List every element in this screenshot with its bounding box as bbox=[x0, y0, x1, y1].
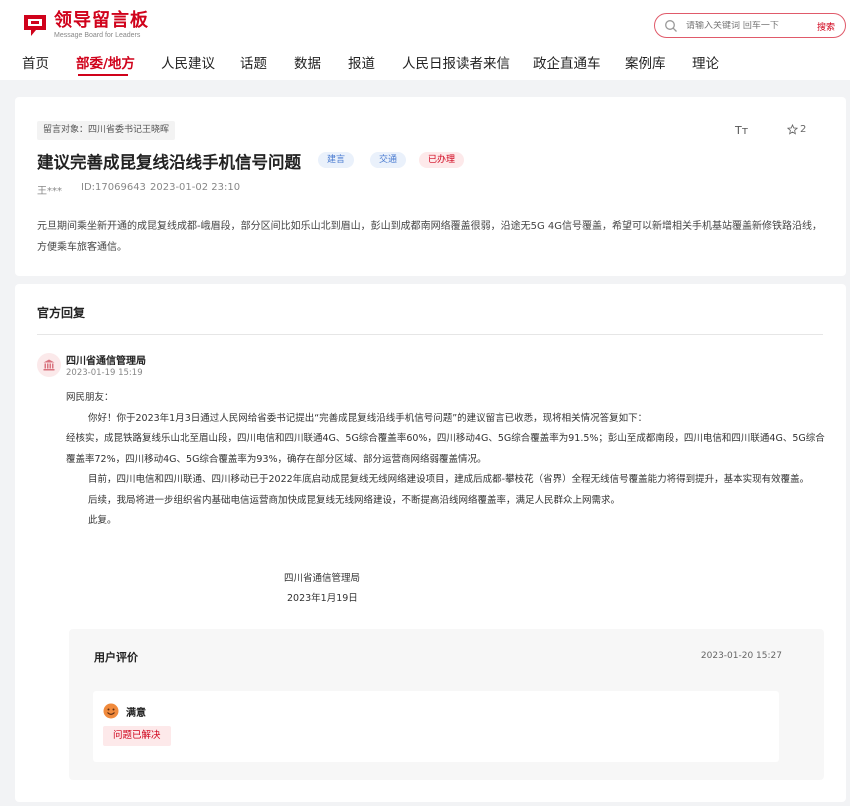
site-header: 领导留言板 Message Board for Leaders 搜索 首页 部委… bbox=[0, 0, 850, 80]
nav-item-home[interactable]: 首页 bbox=[22, 52, 49, 72]
org-name: 四川省通信管理局 bbox=[66, 356, 146, 367]
nav-item-enterprise[interactable]: 政企直通车 bbox=[533, 52, 601, 72]
message-title: 建议完善成昆复线沿线手机信号问题 bbox=[37, 153, 301, 172]
signature-org: 四川省通信管理局 bbox=[284, 573, 361, 584]
author-name: 王*** bbox=[37, 186, 62, 197]
message-id: ID:17069643 bbox=[81, 182, 146, 193]
status-badge: 已办理 bbox=[419, 152, 465, 168]
logo-subtitle: Message Board for Leaders bbox=[54, 31, 141, 39]
search-box: 搜索 bbox=[654, 13, 846, 38]
reply-closing: 此复。 bbox=[88, 515, 117, 526]
section-title: 官方回复 bbox=[37, 306, 86, 320]
reply-paragraph: 经核实，成昆铁路复线乐山北至眉山段，四川电信和四川联通4G、5G综合覆盖率60%… bbox=[66, 433, 825, 465]
favorite-button[interactable]: 2 bbox=[787, 124, 806, 135]
reply-card: 官方回复 四川省通信管理局 2023-01-19 15:19 网民朋友： 你好！… bbox=[15, 284, 846, 802]
tag-suggestion: 建言 bbox=[318, 152, 355, 168]
main-nav: 首页 部委/地方 人民建议 话题 数据 报道 人民日报读者来信 政企直通车 案例… bbox=[0, 48, 850, 76]
nav-item-ministries[interactable]: 部委/地方 bbox=[76, 52, 135, 72]
nav-item-topics[interactable]: 话题 bbox=[240, 52, 267, 72]
nav-item-data[interactable]: 数据 bbox=[294, 52, 321, 72]
nav-item-suggestions[interactable]: 人民建议 bbox=[161, 52, 215, 72]
nav-item-cases[interactable]: 案例库 bbox=[625, 52, 666, 72]
nav-item-readers-letters[interactable]: 人民日报读者来信 bbox=[402, 52, 510, 72]
search-icon bbox=[665, 19, 677, 32]
government-building-icon bbox=[43, 359, 55, 371]
smiley-icon bbox=[103, 703, 119, 719]
signature-date: 2023年1月19日 bbox=[287, 593, 358, 604]
avatar bbox=[37, 353, 61, 377]
reply-paragraph: 后续，我局将进一步组织省内基础电信运营商加快成昆复线无线网络建设，不断提高沿线网… bbox=[88, 494, 621, 506]
reply-paragraph: 目前，四川电信和四川联通、四川移动已于2022年底启动成昆复线无线网络建设项目，… bbox=[88, 474, 810, 485]
tag-transport: 交通 bbox=[370, 152, 407, 168]
star-icon bbox=[787, 124, 798, 135]
target-badge: 留言对象：四川省委书记王晓晖 bbox=[37, 121, 176, 140]
divider bbox=[37, 334, 823, 335]
logo-title: 领导留言板 bbox=[54, 9, 149, 31]
message-datetime: 2023-01-02 23:10 bbox=[150, 182, 241, 193]
reply-paragraph: 你好！你于2023年1月3日通过人民网给省委书记提出“完善成昆复线沿线手机信号问… bbox=[88, 412, 648, 424]
resolved-badge: 问题已解决 bbox=[103, 726, 171, 746]
evaluation-time: 2023-01-20 15:27 bbox=[700, 651, 782, 661]
star-count: 2 bbox=[800, 124, 807, 135]
font-size-icon[interactable]: Tт bbox=[735, 124, 748, 137]
rating-label: 满意 bbox=[126, 708, 146, 719]
evaluation-card: 满意 问题已解决 bbox=[93, 691, 779, 762]
search-button[interactable]: 搜索 bbox=[817, 20, 835, 33]
user-evaluation: 用户评价 2023-01-20 15:27 满意 问题已解决 bbox=[69, 629, 824, 780]
site-logo[interactable]: 领导留言板 Message Board for Leaders bbox=[22, 8, 149, 42]
nav-active-indicator bbox=[78, 74, 128, 76]
search-input[interactable] bbox=[686, 20, 804, 31]
message-card: 留言对象：四川省委书记王晓晖 Tт 2 建议完善成昆复线沿线手机信号问题 建言 … bbox=[15, 97, 846, 276]
evaluation-title: 用户评价 bbox=[94, 651, 138, 664]
nav-item-reports[interactable]: 报道 bbox=[348, 52, 375, 72]
reply-time: 2023-01-19 15:19 bbox=[66, 368, 143, 378]
logo-icon bbox=[24, 15, 46, 36]
message-body: 元旦期间乘坐新开通的成昆复线成都-峨眉段，部分区间比如乐山北到眉山，彭山到成都南… bbox=[37, 221, 823, 253]
nav-item-theory[interactable]: 理论 bbox=[692, 52, 719, 72]
reply-body: 网民朋友： 你好！你于2023年1月3日通过人民网给省委书记提出“完善成昆复线沿… bbox=[66, 388, 828, 532]
reply-greeting: 网民朋友： bbox=[66, 392, 114, 403]
